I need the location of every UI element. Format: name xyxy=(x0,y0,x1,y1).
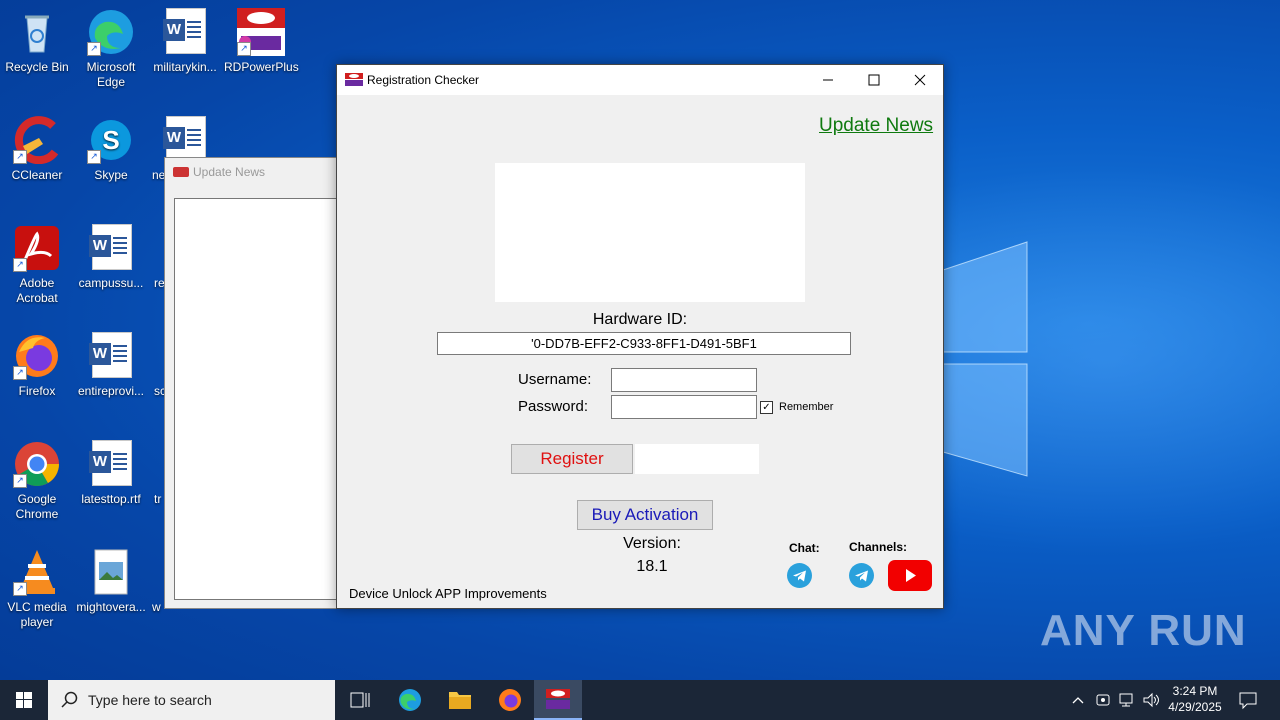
vlc-icon: ↗ xyxy=(13,548,61,596)
notification-center-icon[interactable] xyxy=(1238,690,1258,713)
adobe-acrobat-icon: ↗ xyxy=(13,224,61,272)
ccleaner-icon: ↗ xyxy=(13,116,61,165)
show-hidden-icons-chevron-up-icon[interactable] xyxy=(1070,692,1086,711)
password-label: Password: xyxy=(518,398,589,415)
desktop-icon-label: CCleaner xyxy=(11,168,63,182)
username-label: Username: xyxy=(518,371,592,388)
desktop-icon-label: Google Chrome xyxy=(15,492,59,521)
desktop-icon-label: mightovera... xyxy=(76,600,146,614)
desktop-icon-acrobat[interactable]: ↗ Adobe Acrobat xyxy=(0,224,74,306)
window-title: Update News xyxy=(193,165,266,179)
version-label: Version: xyxy=(623,535,681,552)
search-icon xyxy=(61,691,78,708)
registration-checker-taskbar-icon[interactable] xyxy=(534,680,582,720)
desktop-icon-label: latesttop.rtf xyxy=(81,492,141,506)
chrome-icon: ↗ xyxy=(13,440,61,488)
firefox-icon: ↗ xyxy=(13,332,61,380)
start-button[interactable] xyxy=(0,680,48,720)
desktop-icon-vlc[interactable]: ↗ VLC media player xyxy=(0,548,74,630)
banner-image-area xyxy=(495,163,805,302)
desktop-icon-skype[interactable]: S ↗ Skype xyxy=(74,116,148,183)
register-status-box xyxy=(635,444,759,474)
edge-taskbar-icon[interactable] xyxy=(386,680,434,720)
telegram-channel-icon[interactable] xyxy=(849,563,874,588)
desktop-icon-label: entireprovi... xyxy=(77,384,145,398)
windows-logo-wallpaper xyxy=(942,241,1028,477)
image-file-icon xyxy=(87,548,135,596)
desktop-icon-ccleaner[interactable]: ↗ CCleaner xyxy=(0,116,74,183)
news-content-box[interactable] xyxy=(174,198,346,600)
svg-text:S: S xyxy=(102,125,119,155)
desktop-icon-label: militarykin... xyxy=(153,60,217,74)
firefox-taskbar-icon[interactable] xyxy=(486,680,534,720)
desktop-icon-edge[interactable]: ↗ Microsoft Edge xyxy=(74,8,148,90)
app-icon xyxy=(345,73,363,86)
hardware-id-field[interactable]: '0-DD7B-EFF2-C933-8FF1-D491-5BF1 xyxy=(437,332,851,355)
update-news-titlebar[interactable]: Update News xyxy=(165,158,345,186)
chat-label: Chat: xyxy=(789,541,820,555)
desktop-icon-label: Recycle Bin xyxy=(5,60,69,74)
desktop-icon-campussu[interactable]: W campussu... xyxy=(74,224,148,291)
update-news-link[interactable]: Update News xyxy=(819,115,933,137)
clock-time: 3:24 PM xyxy=(1172,684,1218,698)
channels-label: Channels: xyxy=(849,540,908,554)
network-icon[interactable] xyxy=(1118,691,1136,712)
footer-text: Device Unlock APP Improvements xyxy=(349,586,547,601)
youtube-icon[interactable] xyxy=(888,560,932,591)
skype-icon: S ↗ xyxy=(87,116,135,164)
word-document-icon: W xyxy=(87,440,135,488)
desktop-icon-label: VLC media player xyxy=(7,600,67,629)
update-news-window[interactable]: Update News xyxy=(164,157,346,609)
file-explorer-icon[interactable] xyxy=(436,680,484,720)
desktop-icon-label: Adobe Acrobat xyxy=(16,276,58,305)
clock-date: 4/29/2025 xyxy=(1168,700,1222,714)
desktop-icon-recycle-bin[interactable]: Recycle Bin xyxy=(0,8,74,75)
taskbar: Type here to search 3:24 PM 4/29/2025 xyxy=(0,680,1280,720)
desktop-icon-chrome[interactable]: ↗ Google Chrome xyxy=(0,440,74,522)
word-document-icon: W xyxy=(87,224,135,272)
desktop-icon-label: campussu... xyxy=(78,276,144,290)
meet-now-icon[interactable] xyxy=(1094,691,1112,712)
desktop-icon-firefox[interactable]: ↗ Firefox xyxy=(0,332,74,399)
desktop-icon-entireprovi[interactable]: W entireprovi... xyxy=(74,332,148,399)
window-title: Registration Checker xyxy=(367,73,480,87)
search-placeholder: Type here to search xyxy=(88,692,212,708)
registration-checker-window[interactable]: Registration Checker Update News Hardwar… xyxy=(336,64,944,609)
desktop-icon-militarykin[interactable]: W militarykin... xyxy=(148,8,222,75)
desktop-icon-label: Firefox xyxy=(18,384,56,398)
rdpowerplus-icon: ↗ xyxy=(237,8,285,56)
minimize-button[interactable] xyxy=(805,65,851,95)
password-input[interactable] xyxy=(611,395,757,419)
recycle-bin-icon xyxy=(13,8,61,56)
remember-checkbox[interactable]: ✓ xyxy=(760,401,773,414)
desktop-icon-label: Skype xyxy=(94,168,128,182)
desktop-icon-latesttop[interactable]: W latesttop.rtf xyxy=(74,440,148,507)
task-view-icon[interactable] xyxy=(336,680,384,720)
anyrun-watermark: ANY RUN xyxy=(1040,606,1247,655)
close-button[interactable] xyxy=(897,65,943,95)
desktop-icon-mightovera[interactable]: mightovera... xyxy=(74,548,148,615)
taskbar-search-box[interactable]: Type here to search xyxy=(48,680,335,720)
maximize-button[interactable] xyxy=(851,65,897,95)
system-clock[interactable]: 3:24 PM 4/29/2025 xyxy=(1160,683,1230,715)
word-document-icon: W xyxy=(161,8,209,56)
volume-icon[interactable] xyxy=(1142,691,1160,712)
app-icon xyxy=(173,167,189,177)
buy-activation-button[interactable]: Buy Activation xyxy=(577,500,713,530)
desktop-icon-label: RDPowerPlus xyxy=(224,60,299,74)
titlebar[interactable]: Registration Checker xyxy=(337,65,943,95)
register-button[interactable]: Register xyxy=(511,444,633,474)
remember-label: Remember xyxy=(779,401,834,413)
word-document-icon: W xyxy=(87,332,135,380)
telegram-chat-icon[interactable] xyxy=(787,563,812,588)
hardware-id-label: Hardware ID: xyxy=(592,311,688,328)
desktop-icon-label: Microsoft Edge xyxy=(86,60,136,89)
username-input[interactable] xyxy=(611,368,757,392)
edge-icon: ↗ xyxy=(87,8,135,56)
version-value: 18.1 xyxy=(636,558,668,575)
desktop-icon-rdpowerplus[interactable]: ↗ RDPowerPlus xyxy=(224,8,299,75)
